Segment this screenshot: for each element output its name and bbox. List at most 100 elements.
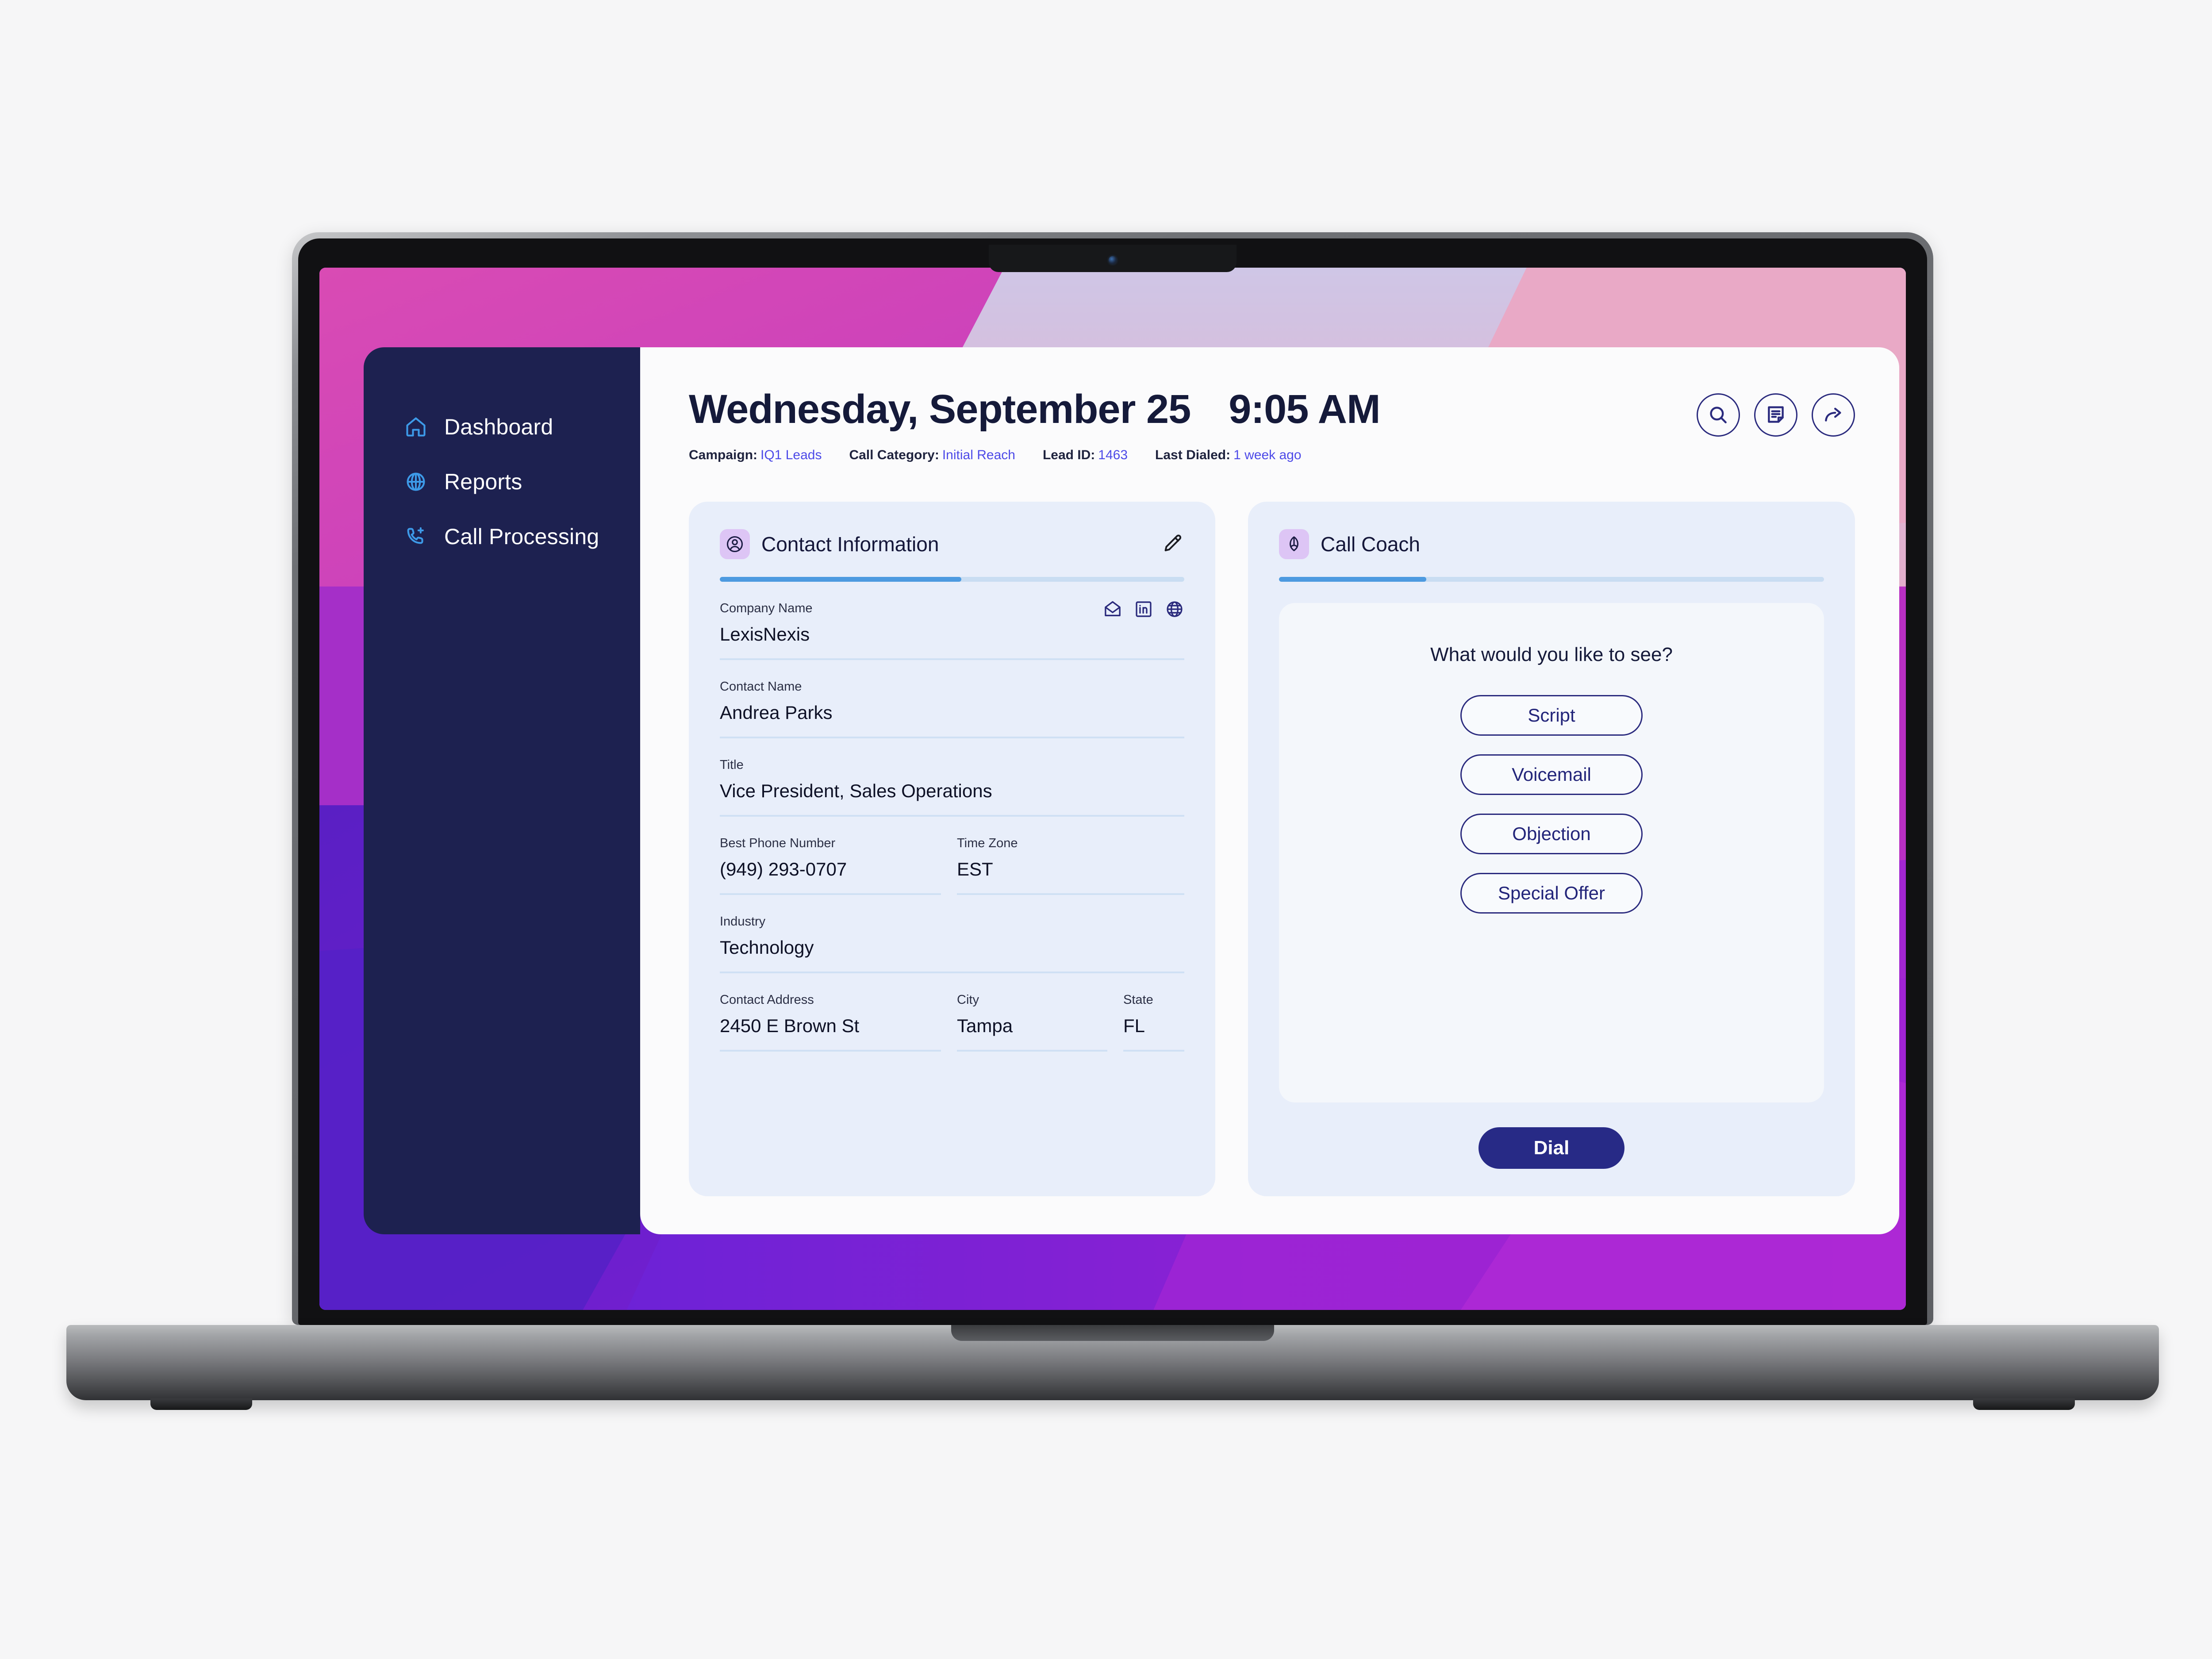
linkedin-icon[interactable] xyxy=(1134,599,1153,619)
title-field[interactable]: Title Vice President, Sales Operations xyxy=(720,758,1184,817)
meta-campaign-value[interactable]: IQ1 Leads xyxy=(760,448,822,462)
laptop-foot-right xyxy=(1973,1398,2075,1410)
coach-progress-bar xyxy=(1279,577,1824,582)
meta-call-category: Call Category: Initial Reach xyxy=(849,448,1015,462)
company-name-field[interactable]: Company Name LexisNexis xyxy=(720,601,1184,660)
meta-call-category-value[interactable]: Initial Reach xyxy=(942,448,1015,462)
forward-arrow-icon xyxy=(1822,404,1844,426)
sidebar: Dashboard Reports Call Processing xyxy=(364,347,640,1234)
notes-button[interactable] xyxy=(1754,393,1797,437)
call-coach-card: Call Coach What would you like to see? S… xyxy=(1248,502,1855,1196)
globe-target-icon xyxy=(404,470,427,493)
current-time: 9:05 AM xyxy=(1229,387,1380,432)
coach-options-panel: What would you like to see? Script Voice… xyxy=(1279,603,1824,1102)
field-value: Andrea Parks xyxy=(720,702,833,723)
edit-button[interactable] xyxy=(1161,533,1184,556)
main-content: Wednesday, September 25 9:05 AM Campaign… xyxy=(640,347,1899,1234)
search-button[interactable] xyxy=(1697,393,1740,437)
meta-last-dialed: Last Dialed: 1 week ago xyxy=(1155,448,1302,462)
field-row-contact-name: Contact Name Andrea Parks xyxy=(720,680,1184,738)
current-date: Wednesday, September 25 xyxy=(689,387,1191,432)
laptop-lid: Dashboard Reports Call Processing Wednes… xyxy=(292,232,1933,1325)
sidebar-item-label: Reports xyxy=(444,469,522,494)
objection-button[interactable]: Objection xyxy=(1460,814,1643,854)
cards-row: Contact Information Company Name LexisNe… xyxy=(689,502,1855,1196)
user-circle-icon xyxy=(720,529,750,559)
field-label: Industry xyxy=(720,914,766,929)
field-row-company: Company Name LexisNexis xyxy=(720,601,1184,660)
voicemail-button[interactable]: Voicemail xyxy=(1460,754,1643,795)
card-header: Call Coach xyxy=(1279,529,1824,559)
home-icon xyxy=(404,415,427,438)
meta-last-dialed-value[interactable]: 1 week ago xyxy=(1233,448,1301,462)
sidebar-item-call-processing[interactable]: Call Processing xyxy=(404,509,640,564)
laptop-base-notch xyxy=(951,1325,1274,1341)
laptop-mockup: Dashboard Reports Call Processing Wednes… xyxy=(0,0,2212,1659)
sidebar-item-label: Call Processing xyxy=(444,524,599,549)
phone-field[interactable]: Best Phone Number (949) 293-0707 xyxy=(720,836,941,895)
card-title: Contact Information xyxy=(761,533,939,556)
camera-icon xyxy=(1109,256,1117,264)
contact-progress-bar xyxy=(720,577,1184,582)
address-field[interactable]: Contact Address 2450 E Brown St xyxy=(720,993,941,1052)
laptop-foot-left xyxy=(150,1398,252,1410)
contact-information-card: Contact Information Company Name LexisNe… xyxy=(689,502,1215,1196)
meta-lead-id: Lead ID: 1463 xyxy=(1042,448,1128,462)
sidebar-item-label: Dashboard xyxy=(444,415,553,439)
coach-prompt: What would you like to see? xyxy=(1430,644,1673,665)
field-value: Technology xyxy=(720,937,814,958)
field-value: 2450 E Brown St xyxy=(720,1015,860,1036)
field-row-phone-timezone: Best Phone Number (949) 293-0707 Time Zo… xyxy=(720,836,1184,895)
field-value: Tampa xyxy=(957,1015,1013,1036)
state-field[interactable]: State FL xyxy=(1123,993,1184,1052)
website-globe-icon[interactable] xyxy=(1165,599,1184,619)
social-links xyxy=(1103,599,1184,619)
industry-field[interactable]: Industry Technology xyxy=(720,914,1184,973)
camera-notch xyxy=(989,245,1237,272)
field-row-industry: Industry Technology xyxy=(720,914,1184,973)
field-label: City xyxy=(957,993,979,1007)
field-label: Time Zone xyxy=(957,836,1018,850)
page-title: Wednesday, September 25 9:05 AM xyxy=(689,386,1697,433)
field-value: (949) 293-0707 xyxy=(720,859,847,879)
contact-name-field[interactable]: Contact Name Andrea Parks xyxy=(720,680,1184,738)
meta-campaign: Campaign: IQ1 Leads xyxy=(689,448,822,462)
sidebar-item-reports[interactable]: Reports xyxy=(404,454,640,509)
pencil-icon xyxy=(1161,533,1184,556)
laptop-base xyxy=(66,1325,2159,1410)
phone-plus-icon xyxy=(404,525,427,548)
forward-button[interactable] xyxy=(1812,393,1855,437)
laptop-screen: Dashboard Reports Call Processing Wednes… xyxy=(319,268,1906,1310)
field-label: Title xyxy=(720,758,744,772)
coach-icon xyxy=(1279,529,1309,559)
page-header: Wednesday, September 25 9:05 AM Campaign… xyxy=(689,386,1855,463)
field-value: Vice President, Sales Operations xyxy=(720,780,992,801)
city-field[interactable]: City Tampa xyxy=(957,993,1107,1052)
field-row-address: Contact Address 2450 E Brown St City Tam… xyxy=(720,993,1184,1052)
app-window: Dashboard Reports Call Processing Wednes… xyxy=(364,347,1899,1234)
field-label: State xyxy=(1123,993,1153,1007)
card-title: Call Coach xyxy=(1321,533,1420,556)
laptop-bezel: Dashboard Reports Call Processing Wednes… xyxy=(298,238,1927,1325)
breadcrumb: Campaign: IQ1 Leads Call Category: Initial… xyxy=(689,448,1697,463)
meta-lead-id-value[interactable]: 1463 xyxy=(1098,448,1128,462)
dial-button[interactable]: Dial xyxy=(1479,1127,1624,1169)
field-row-title: Title Vice President, Sales Operations xyxy=(720,758,1184,817)
special-offer-button[interactable]: Special Offer xyxy=(1460,873,1643,914)
timezone-field[interactable]: Time Zone EST xyxy=(957,836,1184,895)
sidebar-item-dashboard[interactable]: Dashboard xyxy=(404,399,640,454)
email-icon[interactable] xyxy=(1103,599,1122,619)
field-label: Contact Name xyxy=(720,680,802,694)
field-value: EST xyxy=(957,859,993,879)
field-value: FL xyxy=(1123,1015,1145,1036)
header-actions xyxy=(1697,386,1855,437)
progress-fill xyxy=(720,577,961,582)
field-label: Best Phone Number xyxy=(720,836,836,850)
search-icon xyxy=(1707,404,1729,426)
field-label: Contact Address xyxy=(720,993,814,1007)
script-button[interactable]: Script xyxy=(1460,695,1643,736)
header-left: Wednesday, September 25 9:05 AM Campaign… xyxy=(689,386,1697,463)
notes-icon xyxy=(1765,404,1787,426)
progress-fill xyxy=(1279,577,1426,582)
field-value: LexisNexis xyxy=(720,624,810,645)
